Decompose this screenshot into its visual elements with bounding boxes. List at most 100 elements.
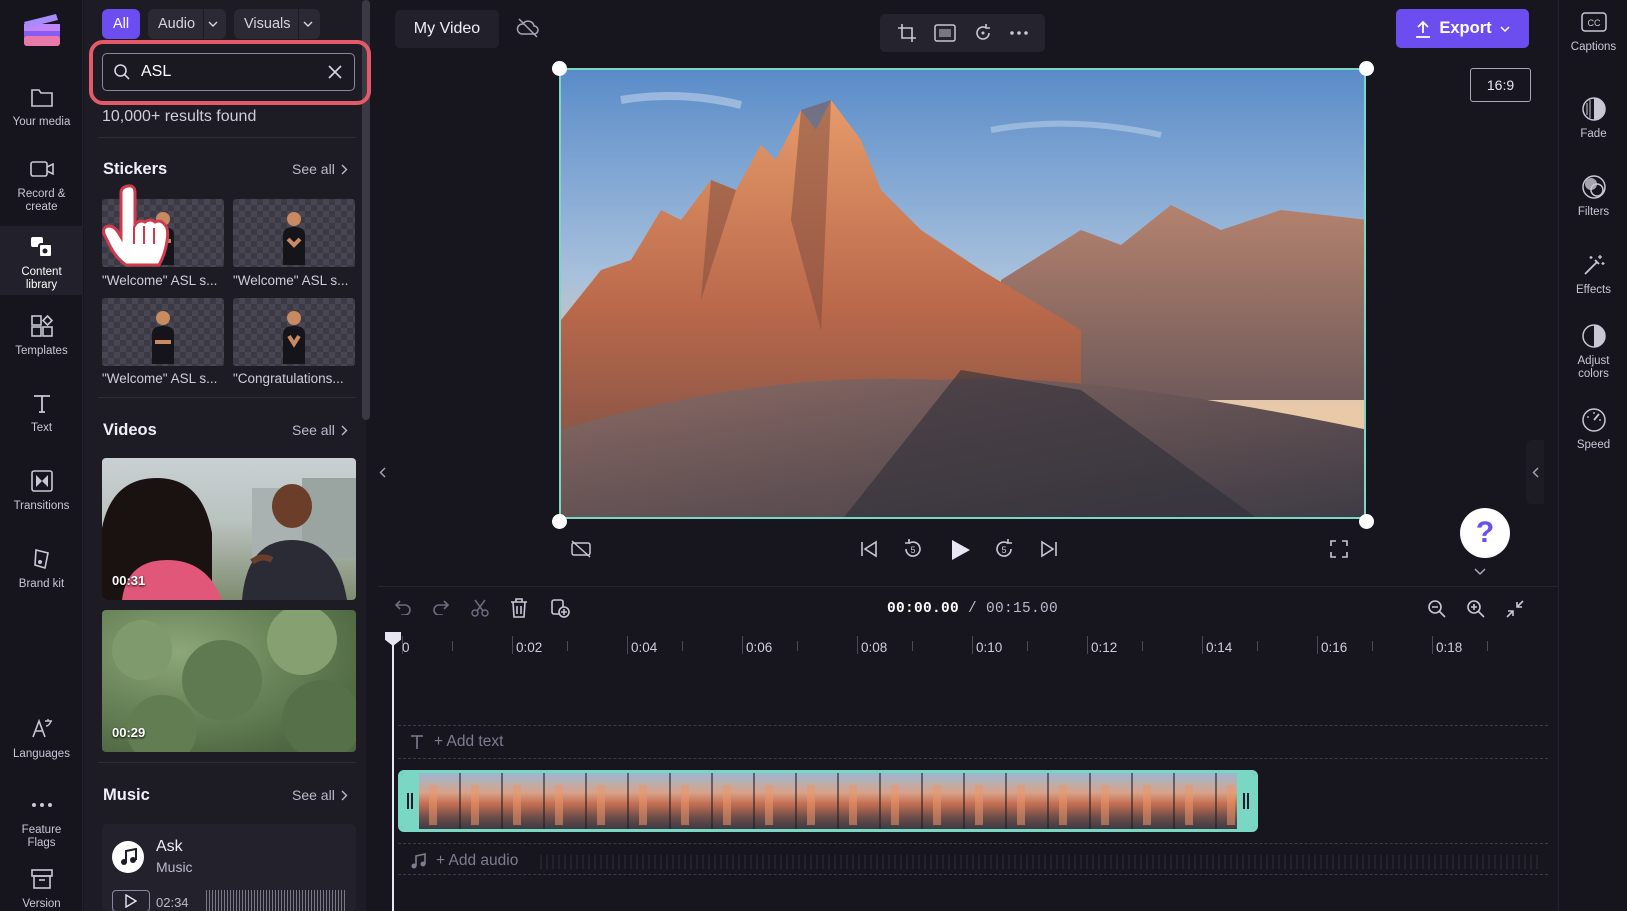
ruler-tick	[1087, 636, 1088, 654]
collapse-properties-button[interactable]	[1526, 440, 1544, 504]
clear-search-icon[interactable]	[328, 65, 342, 79]
rail-transitions[interactable]: Transitions	[0, 466, 83, 513]
filter-all[interactable]: All	[102, 9, 140, 39]
project-title[interactable]: My Video	[395, 10, 499, 48]
play-button[interactable]	[950, 538, 972, 562]
expand-down-icon[interactable]	[1474, 568, 1486, 576]
video-clip[interactable]	[398, 770, 1258, 832]
resize-handle-bottom-left[interactable]	[552, 514, 567, 529]
videos-see-all[interactable]: See all	[292, 422, 348, 438]
resize-handle-top-left[interactable]	[552, 61, 567, 76]
add-text-track[interactable]: + Add text	[410, 733, 503, 751]
text-icon	[31, 388, 53, 418]
ruler-label: 0	[402, 640, 410, 655]
ruler-label: 0:06	[746, 640, 773, 655]
brand-kit-icon	[31, 544, 53, 574]
ruler-tick	[972, 636, 973, 654]
svg-text:5: 5	[1001, 545, 1006, 555]
fit-icon[interactable]	[934, 24, 956, 42]
archive-icon	[30, 864, 54, 894]
filters-icon	[1581, 173, 1607, 201]
music-note-icon	[112, 841, 144, 873]
rail-feature-flags[interactable]: Feature Flags	[0, 790, 83, 850]
track-divider	[398, 725, 1548, 726]
collapse-panel-button[interactable]	[374, 448, 390, 496]
rail-languages[interactable]: Languages	[0, 714, 83, 761]
effects-icon	[1582, 251, 1606, 279]
export-button[interactable]: Export	[1396, 9, 1529, 48]
zoom-in-icon[interactable]	[1466, 599, 1486, 619]
zoom-out-icon[interactable]	[1427, 599, 1447, 619]
music-see-all[interactable]: See all	[292, 787, 348, 803]
duplicate-icon[interactable]	[550, 598, 570, 618]
more-options-icon[interactable]	[1010, 31, 1029, 35]
clip-trim-right[interactable]	[1237, 773, 1255, 829]
music-play-button[interactable]	[112, 890, 150, 911]
chevron-down-icon	[298, 9, 316, 39]
hand-cursor-icon	[100, 180, 172, 270]
crop-icon[interactable]	[897, 23, 917, 43]
resize-handle-top-right[interactable]	[1359, 61, 1374, 76]
ruler-minor-tick	[1487, 641, 1488, 651]
video-thumb[interactable]: 00:29	[102, 610, 356, 752]
music-card[interactable]: Ask Music 02:34	[102, 824, 356, 911]
ruler-tick	[1432, 636, 1433, 654]
music-note-icon	[410, 853, 426, 869]
rail-speed[interactable]: Speed	[1559, 406, 1627, 452]
properties-rail: CC Captions Fade Filters Effects Adjust …	[1558, 0, 1627, 911]
fit-timeline-icon[interactable]	[1505, 599, 1525, 619]
rail-effects[interactable]: Effects	[1559, 251, 1627, 297]
sticker-thumb[interactable]	[233, 199, 355, 267]
rail-templates[interactable]: Templates	[0, 311, 83, 358]
search-value: ASL	[141, 63, 172, 80]
aspect-ratio-button[interactable]: 16:9	[1470, 68, 1531, 102]
add-audio-track[interactable]: + Add audio	[410, 852, 518, 870]
stickers-see-all[interactable]: See all	[292, 161, 348, 177]
rail-record-create[interactable]: Record & create	[0, 154, 83, 214]
ruler-tick	[1202, 636, 1203, 654]
preview-toolbar	[880, 14, 1045, 52]
rail-fade[interactable]: Fade	[1559, 95, 1627, 141]
ruler-minor-tick	[567, 641, 568, 651]
clip-trim-left[interactable]	[401, 773, 419, 829]
video-preview[interactable]	[559, 68, 1366, 519]
skip-to-start-icon[interactable]	[860, 540, 878, 558]
svg-text:CC: CC	[1587, 18, 1600, 28]
sticker-thumb[interactable]	[233, 298, 355, 366]
video-thumb[interactable]: 00:31	[102, 458, 356, 600]
ruler-label: 0:18	[1436, 640, 1463, 655]
rail-text[interactable]: Text	[0, 388, 83, 435]
redo-icon[interactable]	[432, 599, 450, 615]
rail-version[interactable]: Version	[0, 864, 83, 911]
rail-brand-kit[interactable]: Brand kit	[0, 544, 83, 591]
rail-content-library[interactable]: Content library	[0, 226, 83, 295]
music-title: Music	[103, 786, 150, 804]
rotate-icon[interactable]	[973, 23, 993, 43]
app-logo[interactable]	[22, 10, 62, 48]
hide-preview-icon[interactable]	[570, 540, 592, 558]
fullscreen-icon[interactable]	[1330, 540, 1348, 558]
music-waveform	[206, 890, 346, 911]
skip-to-end-icon[interactable]	[1040, 540, 1058, 558]
resize-handle-bottom-right[interactable]	[1359, 514, 1374, 529]
sticker-thumb[interactable]	[102, 298, 224, 366]
cloud-off-icon[interactable]	[516, 17, 540, 39]
rail-your-media[interactable]: Your media	[0, 82, 83, 129]
playhead[interactable]	[392, 632, 394, 911]
filter-audio[interactable]: Audio	[148, 9, 226, 39]
forward-5-icon[interactable]: 5	[993, 538, 1015, 560]
captions-icon: CC	[1580, 8, 1607, 36]
rewind-5-icon[interactable]: 5	[902, 538, 924, 560]
undo-icon[interactable]	[394, 599, 412, 615]
music-track-subtitle: Music	[156, 859, 193, 875]
delete-icon[interactable]	[510, 598, 528, 618]
rail-captions[interactable]: CC Captions	[1559, 8, 1627, 54]
help-button[interactable]: ?	[1460, 508, 1510, 558]
search-input[interactable]: ASL	[102, 53, 355, 91]
ruler-label: 0:16	[1321, 640, 1348, 655]
filter-visuals[interactable]: Visuals	[234, 9, 320, 39]
ruler-label: 0:10	[976, 640, 1003, 655]
split-icon[interactable]	[471, 599, 489, 617]
rail-adjust-colors[interactable]: Adjust colors	[1559, 322, 1627, 381]
rail-filters[interactable]: Filters	[1559, 173, 1627, 219]
